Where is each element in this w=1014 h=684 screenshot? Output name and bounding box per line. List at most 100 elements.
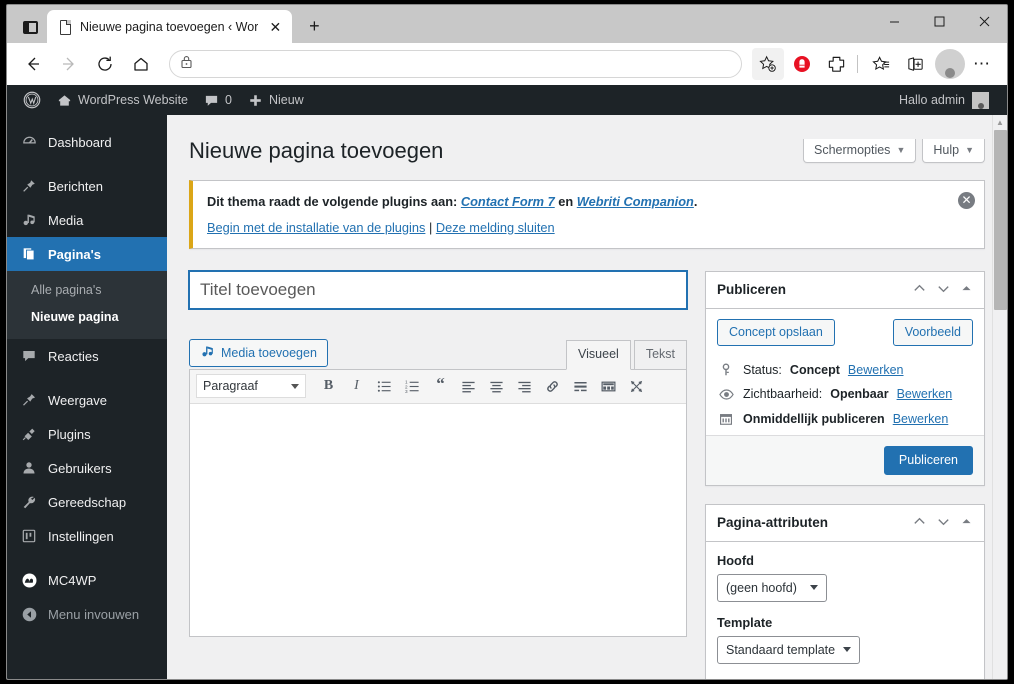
avatar xyxy=(972,91,989,109)
help-button[interactable]: Hulp ▼ xyxy=(922,139,985,163)
toggle-panel-icon[interactable] xyxy=(960,282,973,298)
page-icon xyxy=(19,244,39,264)
sidebar-item-label: Dashboard xyxy=(48,134,112,150)
close-icon[interactable]: ✕ xyxy=(958,191,975,209)
menu-separator xyxy=(7,159,167,169)
tab-visueel[interactable]: Visueel xyxy=(566,340,631,370)
sidebar-item-gereedschap[interactable]: Gereedschap xyxy=(7,485,167,519)
address-bar[interactable] xyxy=(169,50,742,78)
key-icon xyxy=(717,363,735,377)
close-button[interactable] xyxy=(962,5,1007,37)
greeting-label: Hallo admin xyxy=(898,93,965,107)
install-plugins-link[interactable]: Begin met de installatie van de plugins xyxy=(207,220,425,235)
shield-icon[interactable] xyxy=(786,48,818,80)
sidebar-item-label: Weergave xyxy=(48,392,108,408)
italic-icon[interactable]: I xyxy=(344,374,369,398)
notice-separator: | xyxy=(428,219,433,235)
sidebar-item-dashboard[interactable]: Dashboard xyxy=(7,125,167,159)
screen-options-button[interactable]: Schermopties ▼ xyxy=(803,139,917,163)
sidebar-item-collapse-menu[interactable]: Menu invouwen xyxy=(7,597,167,631)
toolbar-toggle-icon[interactable] xyxy=(596,374,621,398)
sidebar-item-weergave[interactable]: Weergave xyxy=(7,383,167,417)
visibility-value: Openbaar xyxy=(830,387,889,402)
scrollbar-thumb[interactable] xyxy=(994,130,1007,310)
forward-button[interactable] xyxy=(53,48,85,80)
paragraph-format-select[interactable]: Paragraaf xyxy=(196,374,306,399)
template-label: Template xyxy=(717,614,773,630)
site-name-menu[interactable]: WordPress Website xyxy=(49,85,196,115)
scroll-up-arrow-icon[interactable]: ▲ xyxy=(993,115,1007,129)
edit-visibility-link[interactable]: Bewerken xyxy=(897,387,953,401)
new-tab-button[interactable]: + xyxy=(300,12,328,40)
dismiss-notice-link[interactable]: Deze melding sluiten xyxy=(436,220,555,235)
move-up-icon[interactable] xyxy=(912,281,927,299)
sidebar-item-mc4wp[interactable]: MC4WP xyxy=(7,563,167,597)
sidebar-item-berichten[interactable]: Berichten xyxy=(7,169,167,203)
settings-more-icon[interactable]: ⋯ xyxy=(967,49,997,79)
align-right-icon[interactable] xyxy=(512,374,537,398)
move-down-icon[interactable] xyxy=(936,281,951,299)
move-down-icon[interactable] xyxy=(936,514,951,532)
close-tab-button[interactable]: ✕ xyxy=(264,16,286,38)
browser-tab-title: Nieuwe pagina toevoegen ‹ Wor xyxy=(80,19,259,34)
link-icon[interactable] xyxy=(540,374,565,398)
fullscreen-icon[interactable] xyxy=(624,374,649,398)
parent-page-label: Hoofd xyxy=(717,552,754,568)
plugin-link-webriti-companion[interactable]: Webriti Companion xyxy=(577,194,694,209)
wordpress-logo-icon[interactable] xyxy=(15,85,49,115)
comments-menu[interactable]: 0 xyxy=(196,85,240,115)
save-draft-button[interactable]: Concept opslaan xyxy=(717,318,835,346)
browser-tab[interactable]: Nieuwe pagina toevoegen ‹ Wor ✕ xyxy=(47,10,293,43)
back-button[interactable] xyxy=(17,48,49,80)
page-scrollbar[interactable]: ▲ xyxy=(992,115,1007,679)
post-editor-body: Media toevoegen Visueel Tekst xyxy=(189,270,985,679)
toggle-panel-icon[interactable] xyxy=(960,515,973,531)
post-title-input[interactable] xyxy=(189,270,687,309)
page-attributes-title: Pagina-attributen xyxy=(717,515,829,531)
edit-status-link[interactable]: Bewerken xyxy=(848,363,904,377)
tab-search-button[interactable] xyxy=(13,12,47,42)
sidebar-item-paginas[interactable]: Pagina's xyxy=(7,237,167,271)
align-left-icon[interactable] xyxy=(456,374,481,398)
screen-meta-links: Schermopties ▼ Hulp ▼ xyxy=(803,139,985,163)
maximize-button[interactable] xyxy=(917,5,962,37)
sidebar-item-gebruikers[interactable]: Gebruikers xyxy=(7,451,167,485)
align-center-icon[interactable] xyxy=(484,374,509,398)
profile-icon[interactable] xyxy=(935,49,965,79)
favorites-icon[interactable] xyxy=(865,48,897,80)
editor-mode-tabs: Visueel Tekst xyxy=(563,340,687,370)
tab-tekst[interactable]: Tekst xyxy=(633,340,687,370)
sidebar-item-instellingen[interactable]: Instellingen xyxy=(7,519,167,553)
plugin-link-contact-form-7[interactable]: Contact Form 7 xyxy=(461,194,555,209)
sidebar-subitem-nieuwe-pagina[interactable]: Nieuwe pagina xyxy=(7,304,167,331)
account-menu[interactable]: Hallo admin xyxy=(899,85,999,115)
template-select[interactable]: Standaard template xyxy=(717,635,861,664)
publish-button[interactable]: Publiceren xyxy=(883,445,973,475)
toolbar-divider xyxy=(857,55,858,73)
collections-icon[interactable] xyxy=(820,48,852,80)
add-media-button[interactable]: Media toevoegen xyxy=(189,338,328,367)
read-more-icon[interactable] xyxy=(568,374,593,398)
sidebar-subitem-alle-paginas[interactable]: Alle pagina's xyxy=(7,277,167,304)
plugin-plug-icon xyxy=(19,424,39,444)
sidebar-item-reacties[interactable]: Reacties xyxy=(7,339,167,373)
numbered-list-icon[interactable]: 123 xyxy=(400,374,425,398)
blockquote-icon[interactable]: “ xyxy=(428,374,453,398)
edit-schedule-link[interactable]: Bewerken xyxy=(893,412,949,426)
page-attributes-box: Pagina-attributen Hoofd (geen hoofd) Tem… xyxy=(705,503,985,679)
sidebar-item-plugins[interactable]: Plugins xyxy=(7,417,167,451)
new-content-menu[interactable]: Nieuw xyxy=(240,85,312,115)
move-up-icon[interactable] xyxy=(912,514,927,532)
sidebar-item-media[interactable]: Media xyxy=(7,203,167,237)
bullet-list-icon[interactable] xyxy=(372,374,397,398)
editor-container: Paragraaf B I 1 2 3 “ xyxy=(189,368,687,637)
bold-icon[interactable]: B xyxy=(316,374,341,398)
editor-content-canvas[interactable] xyxy=(190,403,686,636)
minimize-button[interactable] xyxy=(872,5,917,37)
preview-button[interactable]: Voorbeeld xyxy=(892,318,973,346)
split-screen-icon[interactable] xyxy=(899,48,931,80)
add-favorite-icon[interactable] xyxy=(752,48,784,80)
parent-page-select[interactable]: (geen hoofd) xyxy=(717,573,827,602)
reload-button[interactable] xyxy=(89,48,121,80)
home-button[interactable] xyxy=(125,48,157,80)
